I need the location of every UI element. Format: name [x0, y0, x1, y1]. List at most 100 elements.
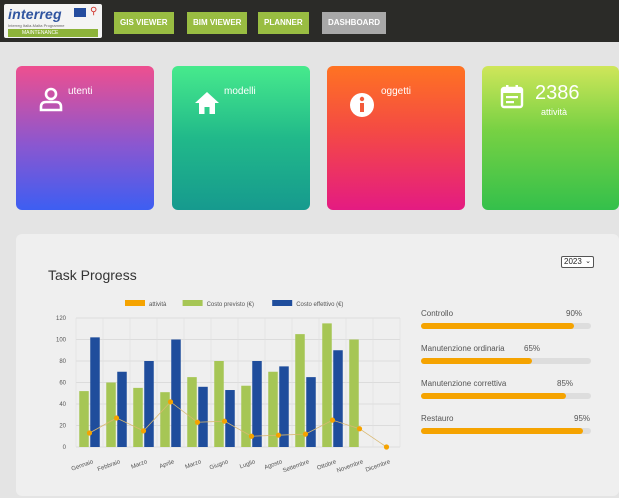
y-tick-label: 80: [59, 359, 66, 365]
x-tick-label: Gennaio: [71, 459, 95, 473]
bar-costo-effettivo: [225, 390, 235, 447]
progress-track: [421, 393, 591, 399]
progress-label: Manutenzione ordinaria: [421, 344, 505, 353]
bar-costo-previsto: [160, 392, 170, 447]
top-navigation-bar: interreg ⚲ Interreg Italia-Malta Program…: [0, 0, 619, 42]
panel-title: Task Progress: [48, 267, 137, 283]
point-attivita: [356, 426, 363, 432]
bar-costo-previsto: [187, 377, 197, 447]
y-tick-label: 0: [63, 445, 67, 451]
bar-costo-previsto: [295, 334, 305, 447]
point-attivita: [167, 399, 174, 405]
logo-strip: MAINTENANCE: [8, 29, 98, 37]
info-icon: [350, 93, 374, 117]
nav-planner-button[interactable]: PLANNER: [258, 12, 309, 34]
card-label-modelli: modelli: [224, 86, 256, 97]
legend-label: attività: [149, 302, 167, 308]
progress-value: 90%: [566, 309, 583, 318]
progress-label: Manutenzione correttiva: [421, 379, 507, 388]
y-tick-label: 20: [59, 424, 66, 430]
point-attivita: [275, 432, 282, 438]
task-progress-chart: 0 20 40 60 80 100 120 Gennaio Febbraio Marzo April…: [56, 300, 401, 474]
calendar-icon: [500, 85, 524, 109]
point-attivita: [329, 417, 336, 423]
legend-label: Costo effettivo (€): [296, 302, 343, 308]
bar-costo-effettivo: [252, 361, 262, 447]
x-tick-label: Giugno: [209, 459, 230, 471]
bar-costo-previsto: [133, 387, 143, 447]
bar-costo-effettivo: [90, 337, 100, 447]
bar-costo-effettivo: [117, 371, 127, 447]
x-tick-label: Agosto: [264, 459, 284, 471]
bar-costo-previsto: [214, 361, 224, 447]
y-tick-label: 100: [56, 338, 67, 344]
chevron-down-icon: ⌄: [585, 258, 591, 265]
bar-costo-effettivo: [171, 339, 181, 447]
progress-label: Restauro: [421, 414, 454, 423]
logo-subtitle: Interreg Italia-Malta Programme: [8, 23, 65, 28]
progress-value: 85%: [557, 379, 574, 388]
logo-strip-text: MAINTENANCE: [22, 30, 59, 36]
x-tick-label: Febbraio: [97, 459, 122, 473]
x-tick-label: Marzo: [184, 459, 202, 471]
card-label-utenti: utenti: [68, 86, 93, 97]
point-attivita: [140, 428, 147, 434]
point-attivita: [383, 444, 390, 450]
progress-track: [421, 323, 591, 329]
point-attivita: [86, 430, 93, 436]
progress-label: Controllo: [421, 309, 454, 318]
progress-track: [421, 358, 591, 364]
attivita-count: 2386: [535, 82, 580, 104]
x-tick-label: Ottobre: [316, 459, 337, 472]
x-tick-label: Dicembre: [365, 459, 392, 474]
logo-text: interreg: [8, 6, 62, 22]
point-attivita: [248, 433, 255, 439]
year-select[interactable]: 2023 ⌄: [561, 256, 594, 268]
programme-mark-icon: ⚲: [90, 6, 98, 17]
home-icon: [195, 92, 219, 114]
card-oggetti[interactable]: oggetti: [327, 66, 465, 210]
card-utenti[interactable]: utenti: [16, 66, 154, 210]
card-label-attivita: attività: [541, 107, 568, 117]
eu-flag-icon: [74, 8, 86, 17]
nav-bim-viewer-button[interactable]: BIM VIEWER: [187, 12, 248, 34]
bar-costo-effettivo: [198, 386, 208, 447]
card-attivita[interactable]: 2386 attività: [482, 66, 619, 210]
year-select-value: 2023: [564, 257, 582, 266]
progress-value: 95%: [574, 414, 591, 423]
x-tick-label: Aprile: [159, 459, 176, 470]
card-label-oggetti: oggetti: [381, 86, 412, 97]
bar-costo-previsto: [322, 323, 332, 447]
y-tick-label: 60: [59, 381, 66, 387]
nav-gis-viewer-button[interactable]: GIS VIEWER: [114, 12, 174, 34]
point-attivita: [302, 431, 309, 437]
bar-costo-previsto: [349, 339, 359, 447]
progress-fill: [421, 393, 566, 399]
card-modelli[interactable]: modelli: [172, 66, 310, 210]
progress-value: 65%: [524, 344, 541, 353]
bar-costo-previsto: [79, 391, 89, 447]
legend-swatch: [272, 300, 293, 306]
x-tick-label: Settembre: [282, 459, 311, 474]
point-attivita: [113, 415, 120, 421]
progress-fill: [421, 358, 532, 364]
legend-swatch: [125, 300, 145, 306]
bar-costo-previsto: [241, 385, 251, 447]
point-attivita: [194, 419, 201, 425]
bar-costo-effettivo: [333, 350, 343, 447]
progress-track: [421, 428, 591, 434]
user-icon: [39, 87, 63, 112]
interreg-logo[interactable]: interreg ⚲ Interreg Italia-Malta Program…: [4, 4, 102, 38]
point-attivita: [221, 418, 228, 424]
task-progress-panel: Task Progress 2023 ⌄ 0 20 40 60 80 100 120 Genn…: [16, 234, 619, 496]
x-tick-label: Marzo: [130, 459, 148, 471]
x-tick-label: Luglio: [239, 459, 257, 470]
nav-dashboard-button[interactable]: DASHBOARD: [322, 12, 386, 34]
y-tick-label: 120: [56, 316, 67, 322]
y-tick-label: 40: [59, 402, 66, 408]
progress-fill: [421, 428, 583, 434]
bar-costo-effettivo: [144, 361, 154, 447]
bar-costo-previsto: [106, 382, 116, 447]
x-tick-label: Novembre: [336, 459, 365, 474]
bar-costo-effettivo: [306, 377, 316, 447]
